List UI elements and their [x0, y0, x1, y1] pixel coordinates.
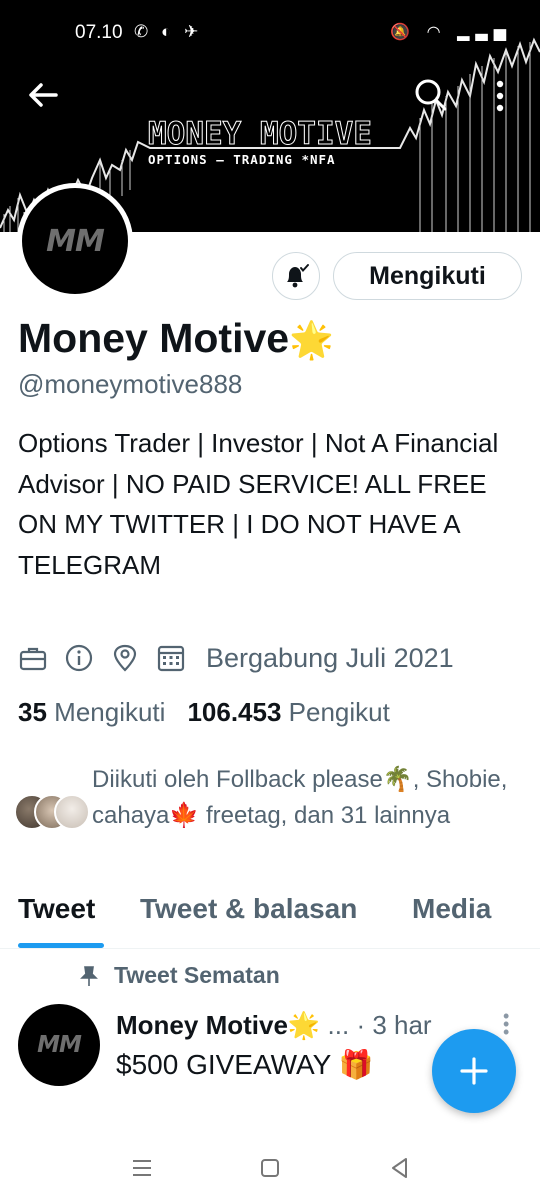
- gift-emoji: 🎁: [338, 1049, 374, 1080]
- compose-tweet-button[interactable]: [432, 1029, 516, 1113]
- joined-date: Bergabung Juli 2021: [206, 642, 454, 673]
- followers-count-link[interactable]: 106.453 Pengikut: [187, 697, 389, 727]
- followers-label: Pengikut: [288, 697, 390, 727]
- tab-tweet[interactable]: Tweet: [18, 893, 95, 925]
- tab-media[interactable]: Media: [412, 893, 491, 925]
- back-triangle-icon[interactable]: [386, 1154, 414, 1182]
- plus-icon: [460, 1057, 488, 1085]
- banner-brand: MONEY MOTIVE OPTIONS — TRADING *NFA: [148, 118, 398, 174]
- system-navigation-bar: [0, 1140, 540, 1200]
- following-count-link[interactable]: 35 Mengikuti: [18, 697, 165, 727]
- banner-brand-subtitle: OPTIONS — TRADING *NFA: [148, 152, 336, 167]
- tweet-text-body: $500 GIVEAWAY: [116, 1049, 331, 1080]
- followed-by[interactable]: Diikuti oleh Follback please🌴, Shobie, c…: [14, 760, 524, 870]
- tweet-time: · 3 har: [356, 1010, 432, 1040]
- location-pin-icon: [113, 644, 137, 672]
- profile-handle: @moneymotive888: [18, 369, 243, 399]
- system-status-icons: 🔕 ◠ ▂▃▅: [390, 24, 512, 41]
- tweet-more-icon[interactable]: • • •: [503, 1007, 509, 1041]
- calendar-icon: [157, 645, 185, 672]
- info-icon[interactable]: [64, 643, 94, 673]
- bell-check-icon: [287, 264, 309, 288]
- followed-by-text: Diikuti oleh Follback please🌴, Shobie, c…: [92, 766, 508, 829]
- briefcase-icon: [19, 647, 47, 671]
- notification-bell-button[interactable]: [272, 252, 320, 300]
- mutual-follower-avatars: [14, 794, 94, 830]
- tab-tweet-replies[interactable]: Tweet & balasan: [140, 893, 357, 925]
- following-label: Mengikuti: [54, 697, 166, 727]
- pinned-label: Tweet Sematan: [78, 962, 280, 989]
- profile-tabs: Tweet Tweet & balasan Media: [0, 893, 540, 949]
- tweet-author-avatar[interactable]: MM: [18, 1004, 100, 1086]
- recent-apps-icon[interactable]: [128, 1154, 156, 1182]
- profile-name: Money Motive🌟: [18, 315, 334, 362]
- home-icon[interactable]: [256, 1154, 284, 1182]
- profile-meta: Bergabung Juli 2021: [18, 640, 454, 676]
- following-button[interactable]: Mengikuti: [333, 252, 522, 300]
- star-emoji: 🌟: [289, 319, 334, 360]
- mutual-avatar: [54, 794, 90, 830]
- following-count: 35: [18, 697, 47, 727]
- more-options-icon[interactable]: [490, 76, 510, 116]
- notification-icons: ✆ ◐ ✈: [134, 22, 203, 41]
- profile-avatar[interactable]: MM: [17, 183, 133, 299]
- profile-bio: Options Trader | Investor | Not A Financ…: [18, 428, 499, 580]
- banner-brand-title: MONEY MOTIVE: [148, 116, 373, 152]
- active-tab-indicator: [18, 943, 104, 948]
- profile-name-text: Money Motive: [18, 315, 290, 361]
- tweet-avatar-logo-text: MM: [37, 1032, 82, 1058]
- pin-icon: [80, 965, 98, 986]
- tweet-author-emoji: 🌟: [287, 1010, 321, 1040]
- back-arrow-icon[interactable]: [26, 78, 60, 112]
- followers-count: 106.453: [187, 697, 282, 727]
- avatar-logo-text: MM: [46, 223, 105, 259]
- tweet-header: Money Motive🌟 ... · 3 har: [116, 1010, 432, 1041]
- follow-counts: 35 Mengikuti 106.453 Pengikut: [18, 697, 390, 728]
- tweet-name-ellipsis: ...: [327, 1010, 350, 1040]
- tweet-text: $500 GIVEAWAY 🎁: [116, 1048, 373, 1081]
- tweet-author-name[interactable]: Money Motive: [116, 1010, 288, 1040]
- status-bar: 07.10 ✆ ◐ ✈ 🔕 ◠ ▂▃▅: [0, 16, 540, 52]
- search-icon[interactable]: [414, 78, 448, 112]
- pinned-label-text: Tweet Sematan: [114, 962, 280, 988]
- status-time: 07.10: [75, 22, 123, 43]
